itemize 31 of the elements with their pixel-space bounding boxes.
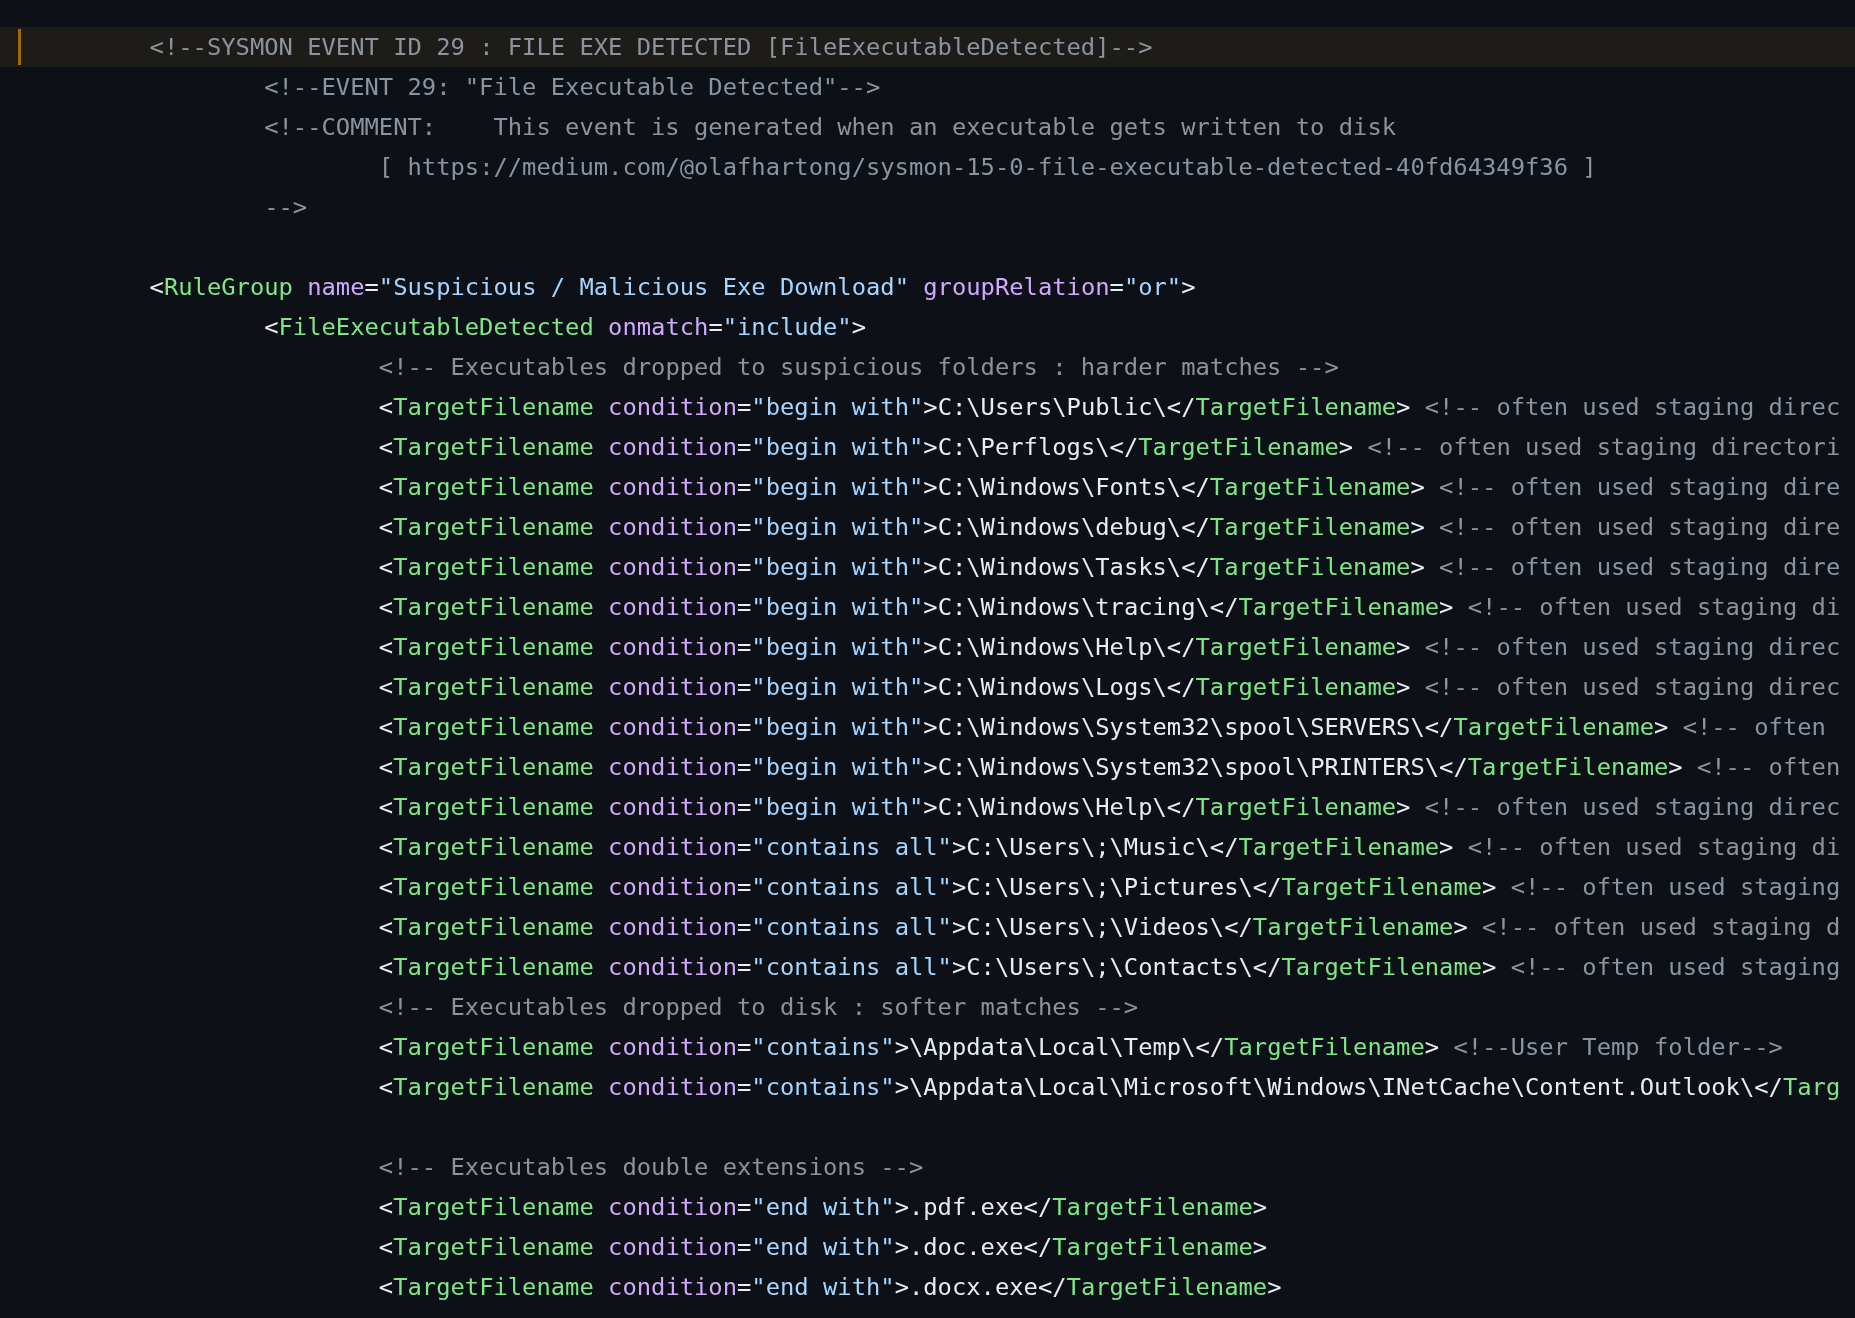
code-line: <!--EVENT 29: "File Executable Detected"--> [264,72,881,103]
code-line: <TargetFilename condition="end with">.doc.exe</TargetFilename> [378,1232,1268,1263]
code-line: <TargetFilename condition="begin with">C:\Perflogs\</TargetFilename> <!-- often used staging directori [378,432,1841,463]
code-line: <!-- Executables dropped to disk : softer matches --> [378,992,1139,1023]
code-line: <TargetFilename condition="begin with">C:\Windows\debug\</TargetFilename> <!-- often used staging dire [378,512,1841,543]
code-line: <TargetFilename condition="begin with">C:\Windows\Help\</TargetFilename> <!-- often used staging direc [378,792,1841,823]
code-line: <TargetFilename condition="end with">.docx.exe</TargetFilename> [378,1272,1282,1303]
code-line: <TargetFilename condition="contains all">C:\Users\;\Videos\</TargetFilename> <!-- often used staging d [378,912,1841,943]
code-line: --> [264,192,308,223]
code-line: <!--SYSMON EVENT ID 29 : FILE EXE DETECTED [FileExecutableDetected]--> [149,32,1153,63]
code-line: <TargetFilename condition="begin with">C:\Windows\tracing\</TargetFilename> <!-- often used staging di [378,592,1841,623]
code-line: <RuleGroup name="Suspicious / Malicious Exe Download" groupRelation="or"> [149,272,1196,303]
code-line: <TargetFilename condition="contains all">C:\Users\;\Pictures\</TargetFilename> <!-- often used staging [378,872,1841,903]
code-line: <TargetFilename condition="end with">.pdf.exe</TargetFilename> [378,1192,1268,1223]
code-line: <TargetFilename condition="begin with">C:\Users\Public\</TargetFilename> <!-- often used staging direc [378,392,1841,423]
code-line: <TargetFilename condition="contains">\Appdata\Local\Temp\</TargetFilename> <!--User Temp folder--> [378,1032,1783,1063]
code-line: <TargetFilename condition="contains">\Appdata\Local\Microsoft\Windows\INetCache\Content.Outlook\</Targ [378,1072,1841,1103]
code-line: <TargetFilename condition="begin with">C:\Windows\Help\</TargetFilename> <!-- often used staging direc [378,632,1841,663]
code-line: [ https://medium.com/@olafhartong/sysmon-15-0-file-executable-detected-40fd64349f36 ] [378,152,1597,183]
code-line: <!-- Executables double extensions --> [378,1152,924,1183]
code-line: <TargetFilename condition="contains all">C:\Users\;\Music\</TargetFilename> <!-- often used staging di [378,832,1841,863]
code-line: <FileExecutableDetected onmatch="include"> [264,312,866,343]
code-line: <TargetFilename condition="contains all">C:\Users\;\Contacts\</TargetFilename> <!-- often used staging [378,952,1841,983]
code-line: <!--COMMENT: This event is generated when an executable gets written to disk [264,112,1397,143]
code-line: <TargetFilename condition="begin with">C:\Windows\Logs\</TargetFilename> <!-- often used staging direc [378,672,1841,703]
code-line: <TargetFilename condition="begin with">C:\Windows\System32\spool\PRINTERS\</TargetFilename> <!-- often [378,752,1841,783]
code-line: <TargetFilename condition="begin with">C:\Windows\System32\spool\SERVERS\</TargetFilename> <!-- often [378,712,1826,743]
current-line-marker [18,29,21,65]
code-line: <TargetFilename condition="begin with">C:\Windows\Tasks\</TargetFilename> <!-- often used staging dire [378,552,1841,583]
code-line: <!-- Executables dropped to suspicious folders : harder matches --> [378,352,1339,383]
code-line: <TargetFilename condition="begin with">C:\Windows\Fonts\</TargetFilename> <!-- often used staging dire [378,472,1841,503]
